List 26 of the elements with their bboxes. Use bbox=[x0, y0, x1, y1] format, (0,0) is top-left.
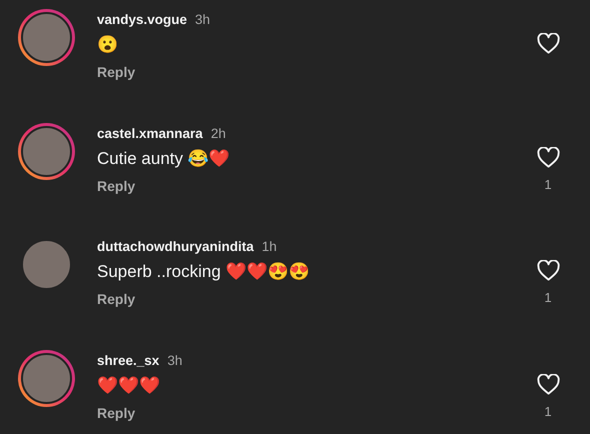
comment-time: 2h bbox=[210, 126, 226, 140]
comment-text: Cutie aunty 😂❤ bbox=[97, 148, 231, 168]
username[interactable]: castel.xmannara bbox=[97, 126, 203, 140]
comment-text: Superb ..rocking ❤❤😍😍 bbox=[97, 261, 311, 282]
reply-link[interactable]: Reply bbox=[97, 178, 136, 194]
avatar-placeholder bbox=[21, 126, 72, 176]
heart-icon[interactable] bbox=[536, 260, 560, 281]
comment-time: 1h bbox=[262, 239, 277, 254]
heart-icon[interactable] bbox=[536, 374, 560, 394]
heart-icon[interactable] bbox=[536, 33, 560, 54]
reply-link[interactable]: Reply bbox=[97, 64, 136, 80]
username[interactable]: shree._sx bbox=[97, 352, 160, 368]
avatar-placeholder bbox=[21, 12, 72, 63]
comment-time: 3h bbox=[195, 12, 210, 27]
avatar-placeholder bbox=[21, 352, 72, 404]
reply-link[interactable]: Reply bbox=[97, 404, 136, 420]
comment-text: ❤❤❤ bbox=[97, 374, 161, 396]
comment-time: 3h bbox=[167, 352, 182, 368]
comment-text: 😮 bbox=[97, 34, 119, 55]
reply-link[interactable]: Reply bbox=[97, 291, 136, 307]
heart-icon[interactable] bbox=[536, 146, 560, 168]
like-count: 1 bbox=[544, 176, 552, 192]
like-count: 1 bbox=[544, 404, 552, 418]
username[interactable]: vandys.vogue bbox=[97, 12, 188, 27]
username[interactable]: duttachowdhuryanindita bbox=[97, 239, 254, 254]
like-count: 1 bbox=[544, 290, 552, 305]
